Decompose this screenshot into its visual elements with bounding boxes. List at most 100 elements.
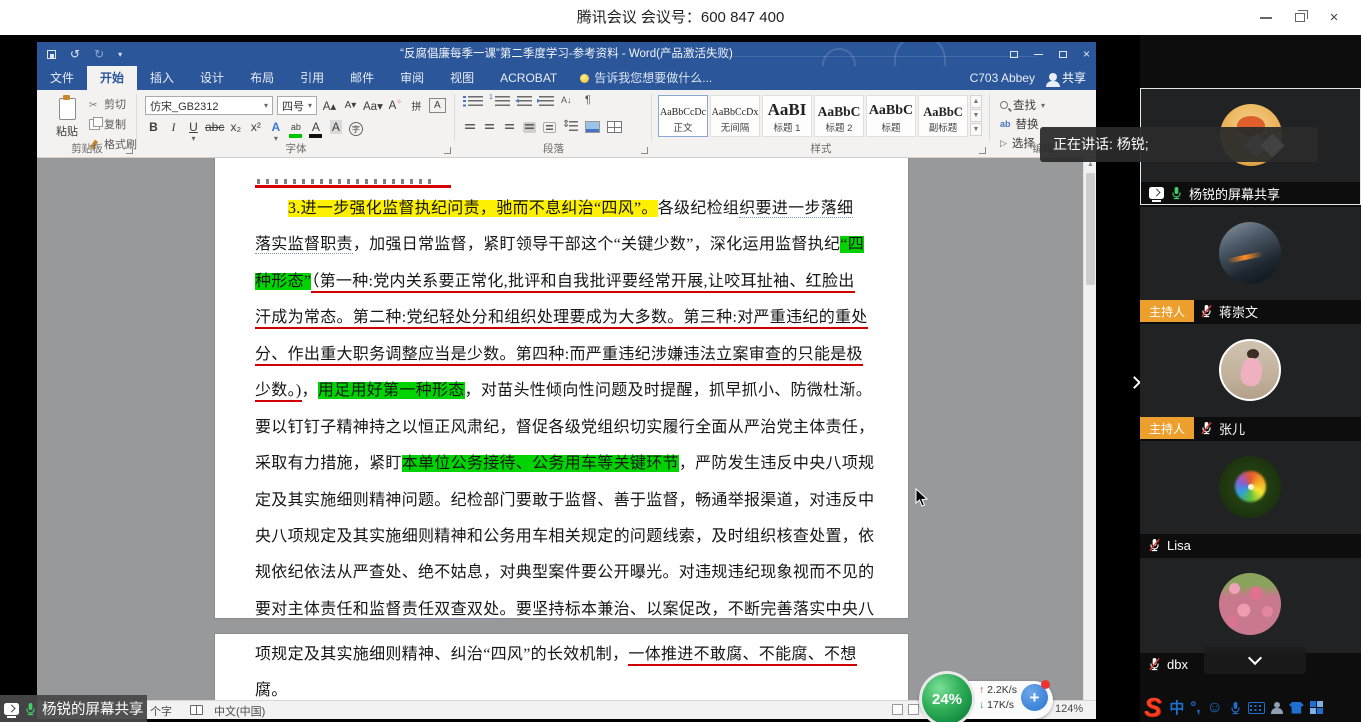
keyboard-icon[interactable] [1248,702,1265,714]
subscript-button[interactable]: x₂ [227,120,244,140]
paste-button[interactable]: 粘贴 [47,95,87,143]
justify-button[interactable] [523,122,536,133]
optimization-percent-ball[interactable]: 24% [922,674,972,722]
participant-tile-3[interactable]: 主持人张儿 [1140,324,1361,439]
clipboard-dialog-launcher-icon[interactable] [126,147,133,154]
sogou-input-icon[interactable]: S [1144,692,1161,722]
word-minimize-icon[interactable] [1034,54,1043,55]
line-spacing-button[interactable] [563,121,578,133]
tab-邮件[interactable]: 邮件 [337,66,387,90]
replace-button[interactable]: ab替换 [1000,116,1039,132]
redo-icon[interactable]: ↻ [94,47,104,61]
customize-qat-icon[interactable]: ▾ [118,50,122,59]
participant-tile-4[interactable]: Lisa [1140,441,1361,556]
tab-设计[interactable]: 设计 [187,66,237,90]
font-dialog-launcher-icon[interactable] [444,147,451,154]
word-close-icon[interactable]: × [1083,47,1090,61]
save-icon[interactable] [47,50,56,59]
tab-视图[interactable]: 视图 [437,66,487,90]
participant-tile-5[interactable]: dbx [1140,558,1361,675]
expand-participants-button[interactable] [1204,647,1306,674]
borders-button[interactable] [607,121,622,133]
font-size-select[interactable]: 四号▾ [277,96,317,115]
style-card-标题 1[interactable]: AaBI标题 1 [762,95,812,137]
bold-button[interactable]: B [145,120,162,140]
decrease-indent-button[interactable] [517,96,532,108]
emoji-picker-icon[interactable]: ☺ [1207,699,1223,717]
participant-tile-2[interactable]: 主持人蒋崇文 [1140,207,1361,322]
phonetic-guide-button[interactable] [408,97,425,114]
grow-font-button[interactable] [321,97,338,114]
paragraph-dialog-launcher-icon[interactable] [641,147,648,154]
align-center-button[interactable] [483,122,496,133]
tab-文件[interactable]: 文件 [37,66,87,90]
scrollbar-thumb[interactable] [1086,173,1095,285]
find-button[interactable]: 查找▾ [1000,97,1045,113]
tab-引用[interactable]: 引用 [287,66,337,90]
superscript-button[interactable]: x² [247,120,264,140]
document-canvas[interactable]: 3.进一步强化监督执纪问责，驰而不息纠治“四风”。各级纪检组织要进一步落细落实监… [37,158,1096,700]
numbering-button[interactable] [495,96,510,108]
tell-me-box[interactable]: 告诉我您想要做什么... [580,66,712,90]
tab-开始[interactable]: 开始 [87,66,137,90]
increase-indent-button[interactable] [539,96,554,108]
style-gallery-more-icon[interactable]: ▼ [970,123,982,136]
chinese-mode-icon[interactable]: 中 [1169,697,1184,718]
copy-icon [89,119,100,130]
align-right-button[interactable] [503,122,516,133]
ribbon-options-icon[interactable] [1010,51,1018,58]
style-card-无间隔[interactable]: AaBbCcDx无间隔 [710,95,760,137]
restore-icon[interactable] [1283,0,1317,35]
style-card-标题 2[interactable]: AaBbC标题 2 [814,95,864,137]
style-card-副标题[interactable]: AaBbC副标题 [918,95,968,137]
minimize-icon[interactable] [1249,0,1283,35]
text-effects-button[interactable]: A▾ [267,120,284,140]
style-scroll-down-icon[interactable]: ▼ [970,109,982,122]
change-case-button[interactable] [363,97,383,114]
close-icon[interactable]: × [1317,0,1351,35]
align-left-button[interactable] [463,122,476,133]
character-border-button[interactable] [429,98,446,113]
italic-button[interactable]: I [165,120,182,140]
style-card-标题[interactable]: AaBbC标题 [866,95,916,137]
voice-input-icon[interactable] [1229,701,1242,715]
show-marks-button[interactable] [583,96,598,108]
document-page-2[interactable]: 项规定及其实施细则精神、纠治“四风”的长效机制，一体推进不敢腐、不能腐、不想腐。 [215,634,908,700]
undo-icon[interactable]: ↺ [70,47,80,61]
tab-插入[interactable]: 插入 [137,66,187,90]
character-shading-button[interactable]: A [327,120,344,140]
word-count[interactable]: 个字 [150,703,172,719]
clear-formatting-button[interactable] [387,97,404,114]
read-mode-icon[interactable] [892,704,903,715]
font-name-select[interactable]: 仿宋_GB2312▾ [145,96,273,115]
punctuation-icon[interactable]: °, [1190,699,1200,716]
document-page-1[interactable]: 3.进一步强化监督执纪问责，驰而不息纠治“四风”。各级纪检组织要进一步落细落实监… [215,158,908,618]
copy-button[interactable]: 复制 [89,116,137,132]
bullets-button[interactable] [468,96,483,108]
underline-button[interactable]: U▾ [185,120,202,140]
screen: 腾讯会议 会议号：600 847 400 × ↺ ↻ ▾ “反腐倡廉每季一课”第… [0,0,1361,722]
word-restore-icon[interactable] [1059,51,1067,58]
tab-布局[interactable]: 布局 [237,66,287,90]
vertical-scrollbar[interactable]: ▲ [1083,158,1096,700]
style-card-正文[interactable]: AaBbCcDc正文 [658,95,708,137]
cut-button[interactable]: 剪切 [89,96,137,112]
toolbox-icon[interactable] [1310,701,1323,714]
language-status[interactable]: 中文(中国) [214,703,265,719]
share-button[interactable]: 共享 [1049,66,1086,90]
user-center-icon[interactable] [1271,702,1283,714]
tab-审阅[interactable]: 审阅 [387,66,437,90]
font-color-button[interactable]: A [307,120,324,140]
shading-button[interactable] [585,121,600,133]
distribute-button[interactable] [543,122,556,133]
tab-ACROBAT[interactable]: ACROBAT [487,66,570,90]
style-scroll-up-icon[interactable]: ▲ [970,95,982,108]
strikethrough-button[interactable]: abc [205,120,224,140]
styles-dialog-launcher-icon[interactable] [979,147,986,154]
text-highlight-button[interactable]: ab [287,120,304,140]
proofing-book-icon[interactable] [190,705,203,715]
sort-button[interactable] [561,96,576,108]
enclose-characters-button[interactable]: 字 [347,120,364,140]
skin-icon[interactable] [1289,702,1304,714]
shrink-font-button[interactable] [342,97,359,114]
